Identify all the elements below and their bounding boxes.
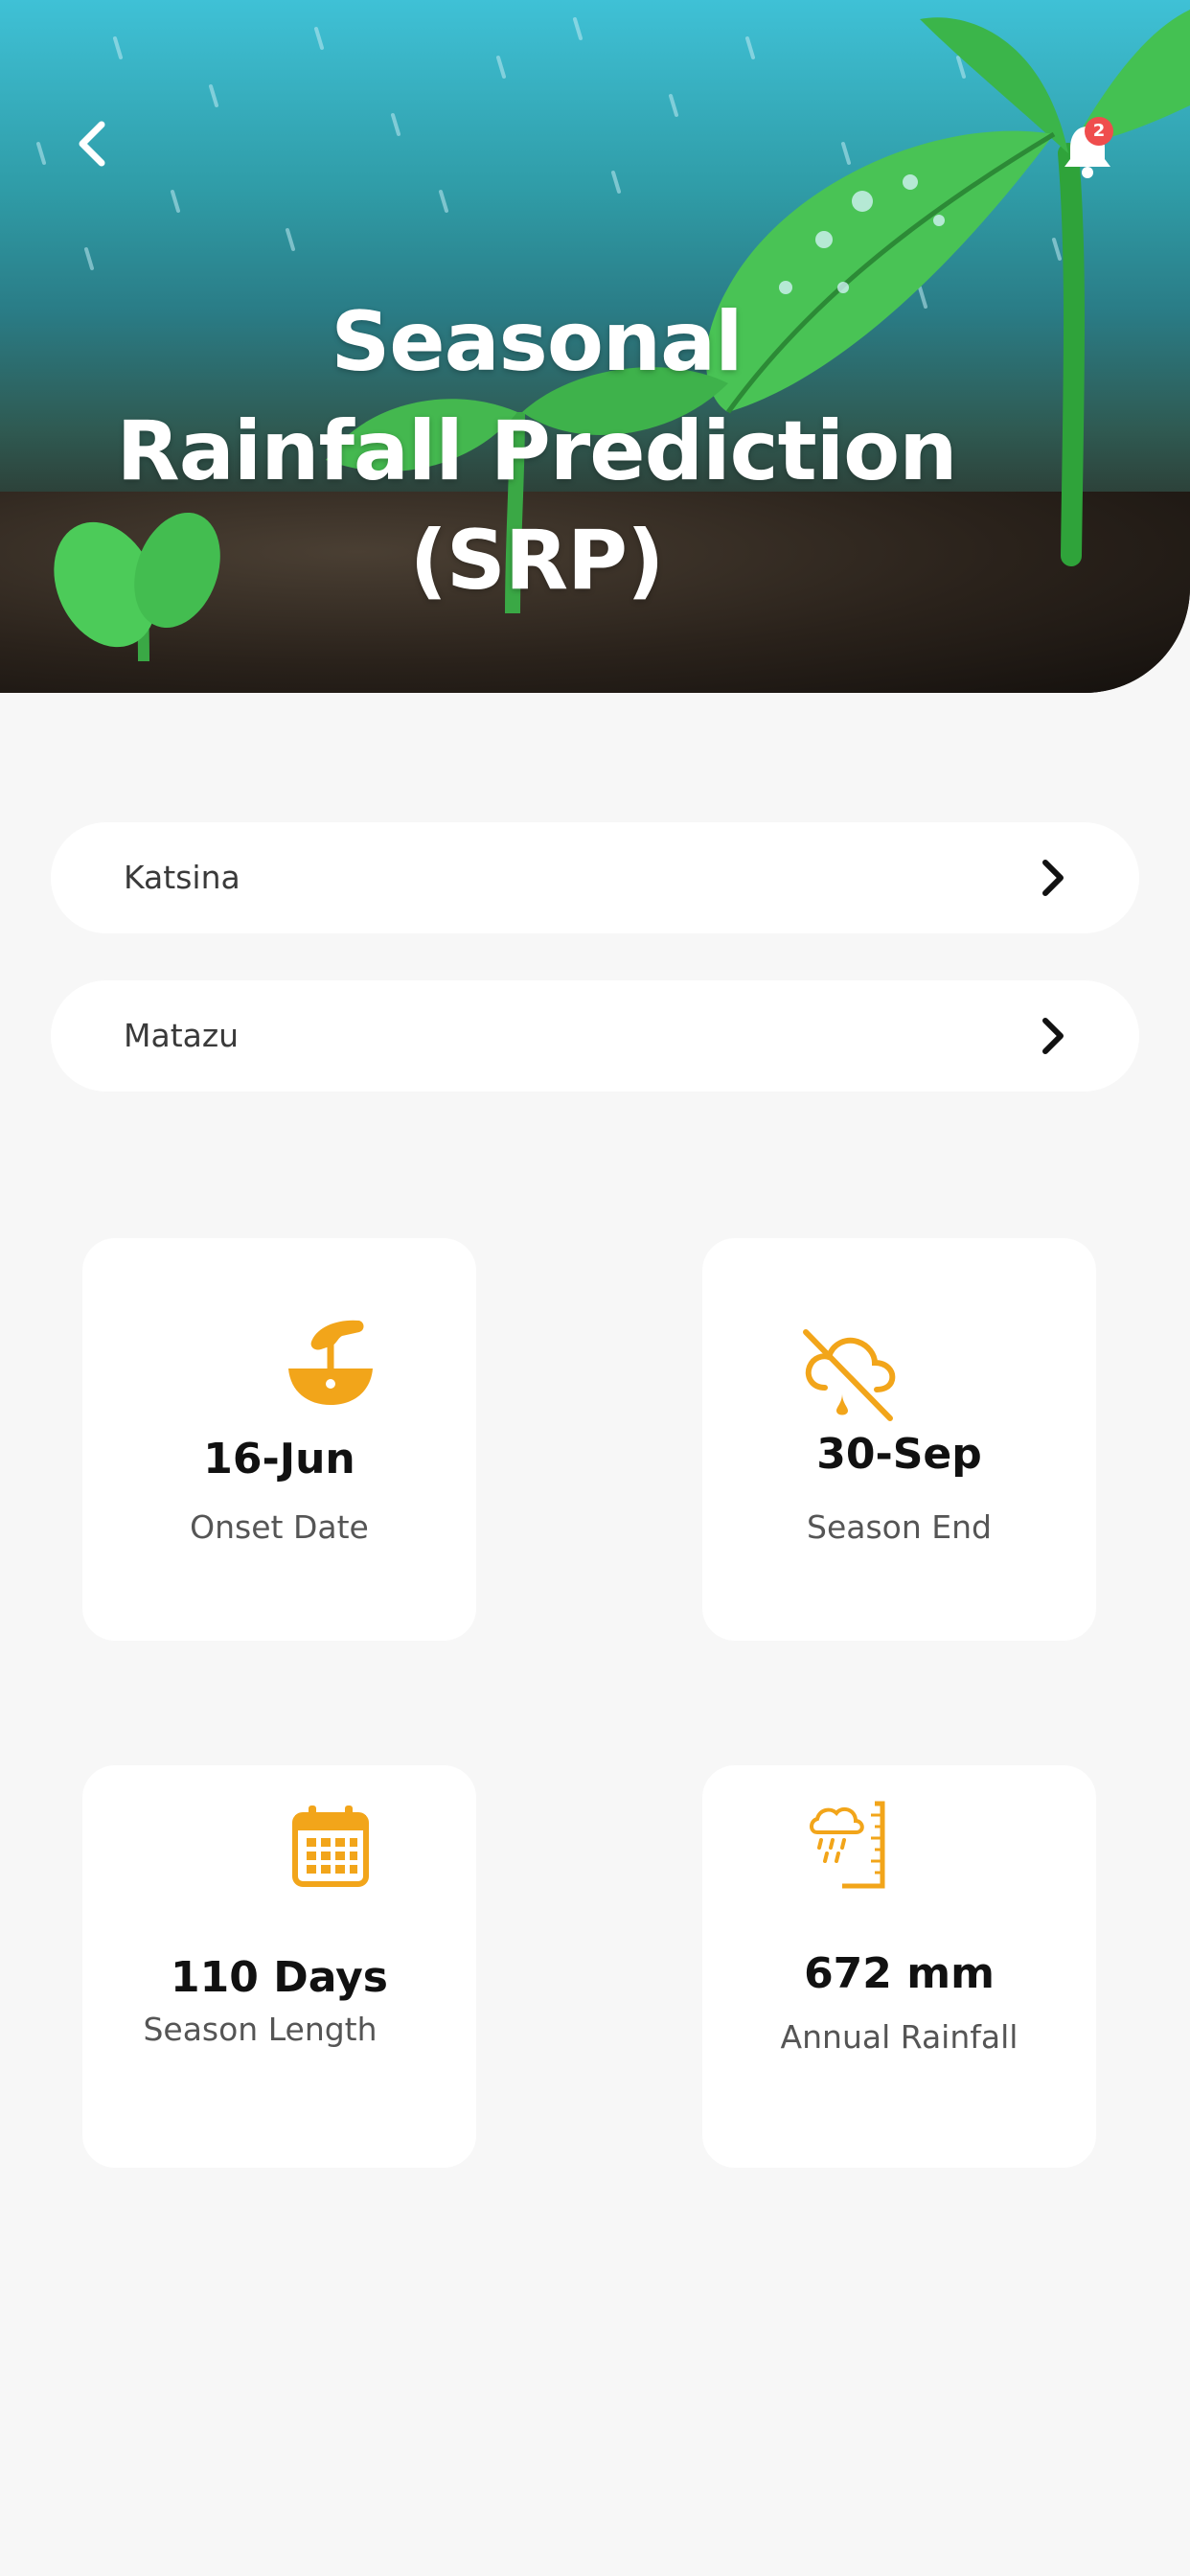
stat-card-onset: 16-Jun Onset Date (82, 1238, 476, 1641)
notification-badge: 2 (1085, 117, 1113, 146)
chevron-right-icon (1042, 860, 1064, 896)
state-value: Katsina (124, 859, 240, 896)
stat-value: 672 mm (804, 1949, 995, 1998)
stat-card-season-length: 110 Days Season Length (82, 1765, 476, 2168)
stat-label: Season Length (143, 2011, 378, 2048)
stat-label: Onset Date (190, 1508, 369, 1546)
title-line-1: Seasonal (331, 294, 743, 390)
calendar-icon (292, 1806, 369, 1887)
lga-selector[interactable]: Matazu (51, 980, 1139, 1092)
lga-value: Matazu (124, 1017, 240, 1054)
stat-value: 30-Sep (816, 1430, 982, 1479)
seed-planting-icon (288, 1320, 373, 1405)
chevron-right-icon (1042, 1018, 1064, 1054)
stat-value: 110 Days (171, 1953, 388, 2002)
stat-card-season-end: 30-Sep Season End (702, 1238, 1096, 1641)
rain-gauge-icon (810, 1801, 885, 1889)
title-line-3: (SRP) (409, 513, 665, 609)
stat-card-annual-rainfall: 672 mm Annual Rainfall (702, 1765, 1096, 2168)
state-selector[interactable]: Katsina (51, 822, 1139, 933)
hero-banner: 2 Seasonal Rainfall Prediction (SRP) (0, 0, 1190, 693)
title-line-2: Rainfall Prediction (116, 403, 958, 499)
stat-label: Annual Rainfall (780, 2018, 1018, 2056)
page-title: Seasonal Rainfall Prediction (SRP) (57, 288, 1016, 615)
stat-value: 16-Jun (203, 1435, 355, 1484)
no-rain-cloud-icon (803, 1329, 896, 1421)
stat-label: Season End (807, 1508, 992, 1546)
back-icon[interactable] (69, 115, 117, 172)
